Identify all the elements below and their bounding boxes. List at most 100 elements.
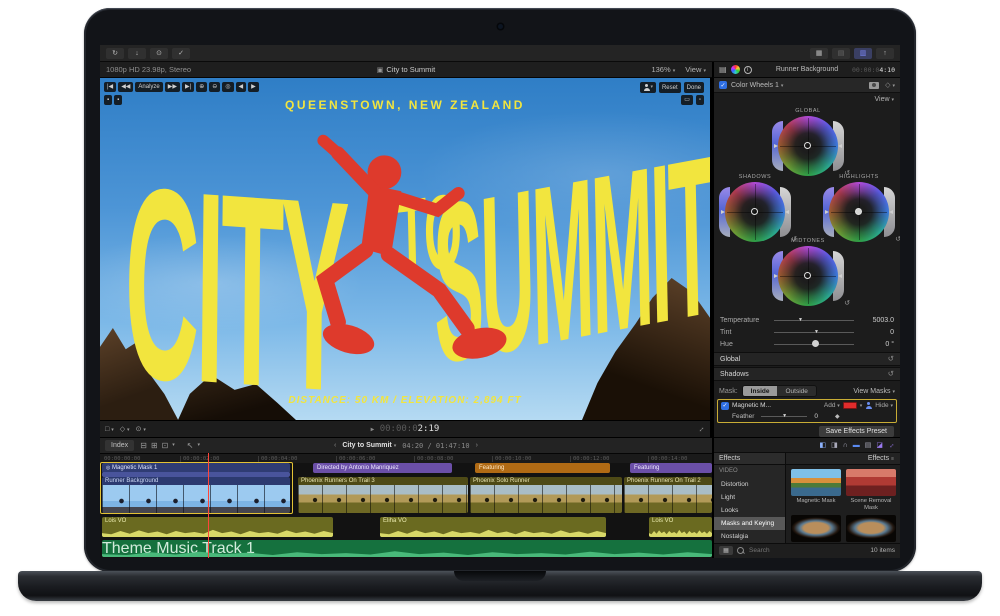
macbook-mockup: ↻ ↓ ⊙ ✓ ▦ ▤ ▥ ↑ 1080p HD 23.98p, Stereo … (0, 0, 1000, 616)
effects-browser-icon[interactable]: ◪ (876, 442, 883, 449)
timeline-duration: 04:20 / 01:47:10 (402, 442, 469, 450)
timeline-breadcrumb[interactable]: City to Summit ▾ (342, 442, 396, 449)
temperature-slider[interactable]: ▼ (774, 320, 854, 321)
media-import-icon[interactable]: ↻ (106, 48, 124, 59)
mask-inside-button[interactable]: Inside (743, 386, 778, 396)
share-icon[interactable]: ↑ (876, 48, 894, 59)
mask-add-stepper[interactable]: Add ▾ (824, 402, 840, 409)
mask-outside-button[interactable]: Outside (777, 386, 815, 396)
subject-picker-button[interactable]: ▾ (640, 82, 656, 93)
section-shadows[interactable]: Shadows ↺ (714, 367, 900, 381)
audio-monitor-icon[interactable]: ∩ (843, 442, 848, 449)
view-masks-menu[interactable]: View Masks ▾ (853, 388, 895, 395)
keyword-icon[interactable]: ⊙ (150, 48, 168, 59)
mask-color-swatch[interactable] (843, 402, 857, 409)
category-light[interactable]: Light (714, 491, 785, 504)
viewer-transport-bar: □ ▾ ◇ ▾ ⊙ ▾ ▶ 00:00:02:19 ↔ (100, 420, 710, 437)
trim-tool-icon[interactable]: ◧ (819, 442, 826, 449)
category-nostalgia[interactable]: Nostalgia (714, 530, 785, 543)
reset-icon[interactable]: ↺ (888, 355, 894, 363)
category-masks-and-keying[interactable]: Masks and Keying (714, 517, 785, 530)
color-wheel[interactable] (778, 246, 838, 306)
skip-end-icon[interactable]: ▶| (182, 82, 194, 92)
compare-icon[interactable] (869, 82, 879, 89)
analyze-button[interactable]: Analyze (135, 82, 162, 92)
download-icon[interactable]: ↓ (128, 48, 146, 59)
color-wheel[interactable] (829, 182, 889, 242)
hue-dial[interactable] (774, 344, 854, 345)
video-clip[interactable]: Phoenix Solo Runner (470, 477, 622, 513)
category-video[interactable]: VIDEO (714, 465, 785, 478)
timeline-ruler[interactable]: 00:00:00:00 00:00:02:00 00:00:04:00 00:0… (100, 453, 712, 463)
marquee-icon[interactable]: ▭ (681, 95, 693, 105)
mask-enable-checkbox[interactable]: ✓ (721, 402, 729, 410)
fast-forward-icon[interactable]: ▶▶ (165, 82, 180, 92)
keyframe-icon[interactable]: ◆ (835, 414, 840, 420)
wheels-view-menu[interactable]: View ▾ (874, 96, 894, 103)
reset-icon[interactable]: ↺ (888, 370, 894, 378)
subject-icon[interactable] (865, 402, 872, 409)
browser-layout-toggle[interactable]: ▦ (810, 48, 828, 59)
audio-clip[interactable]: Lois VO (649, 517, 712, 537)
blade-tool-icon[interactable]: ◨ (831, 442, 838, 449)
play-icon[interactable]: ▶ (371, 426, 375, 433)
rewind-icon[interactable]: ◀◀ (118, 82, 133, 92)
tint-slider[interactable]: ▼ (774, 332, 854, 333)
viewer-view-menu[interactable]: View ▾ (685, 65, 706, 74)
chevron-down-icon: ▾ (892, 83, 895, 89)
title-clip[interactable]: Featuring (475, 463, 610, 473)
inspector-toggle[interactable]: ▥ (854, 48, 872, 59)
mask-hide-menu[interactable]: Hide ▾ (875, 402, 893, 409)
prev-project-icon[interactable]: ‹ (334, 442, 336, 449)
transitions-browser-icon[interactable]: ↔ (887, 440, 897, 450)
color-wheel[interactable] (725, 182, 785, 242)
zoom-out-icon[interactable]: ⊖ (209, 82, 220, 92)
zoom-in-icon[interactable]: ⊕ (196, 82, 207, 92)
grid-view-icon[interactable]: ▦ (719, 546, 733, 555)
effect-thumbnail-magnetic-mask[interactable] (791, 469, 841, 496)
effects-search-input[interactable] (749, 547, 819, 554)
skimming-icon[interactable]: ▬ (853, 442, 860, 449)
prev-icon[interactable]: ◀ (236, 82, 247, 92)
video-clip[interactable]: Runner Background (102, 477, 290, 513)
music-clip[interactable]: Theme Music Track 1 (102, 540, 712, 557)
title-clip[interactable]: Directed by Antonio Manriquez (313, 463, 452, 473)
effect-name-menu[interactable]: Color Wheels 1 ▾ (731, 82, 783, 89)
category-distortion[interactable]: Distortion (714, 478, 785, 491)
mask-badge-icon: ◎ (106, 465, 110, 471)
category-looks[interactable]: Looks (714, 504, 785, 517)
effect-thumbnail-scene-removal[interactable] (846, 469, 896, 496)
toolbar-right-group: ▦ ▤ ▥ ↑ (810, 48, 894, 59)
next-icon[interactable]: ▶ (248, 82, 259, 92)
sort-icon[interactable]: ≡ (891, 456, 894, 462)
effect-thumbnail[interactable] (791, 515, 841, 542)
keyframe-menu[interactable]: ◇ ▾ (885, 81, 895, 89)
audio-clip[interactable]: Lois VO (102, 517, 333, 537)
title-clip[interactable]: Featuring (630, 463, 712, 473)
reset-button[interactable]: Reset (659, 82, 681, 93)
effects-footer: ▦ 10 items (714, 543, 900, 557)
video-clip[interactable]: Phoenix Runners On Trail 2 (624, 477, 712, 513)
timeline-layout-toggle[interactable]: ▤ (832, 48, 850, 59)
overlay-toggle-icon[interactable]: ▫ (696, 95, 704, 105)
effect-thumbnail[interactable] (846, 515, 896, 542)
effect-enable-checkbox[interactable]: ✓ (719, 81, 727, 89)
section-global[interactable]: Global ↺ (714, 352, 900, 366)
reset-icon[interactable]: ↺ (844, 300, 850, 307)
target-icon[interactable]: ◎ (222, 82, 233, 92)
color-wheel[interactable] (778, 116, 838, 176)
clip-appearance-icon[interactable]: ▤ (865, 442, 872, 449)
audio-clip[interactable]: Eliha VO (380, 517, 606, 537)
playhead[interactable] (208, 453, 209, 558)
video-clip[interactable]: Phoenix Runners On Trail 3 (298, 477, 468, 513)
done-button[interactable]: Done (684, 82, 704, 93)
background-tasks-icon[interactable]: ✓ (172, 48, 190, 59)
reset-icon[interactable]: ↺ (895, 236, 900, 243)
viewer-zoom-menu[interactable]: 136% ▾ (651, 65, 675, 74)
person-icon (643, 84, 650, 91)
feather-slider[interactable]: ▼ (761, 416, 807, 417)
next-project-icon[interactable]: › (476, 442, 478, 449)
add-brush-icon[interactable]: ▪ (104, 95, 112, 105)
skip-start-icon[interactable]: |◀ (104, 82, 116, 92)
subtract-brush-icon[interactable]: ▪ (114, 95, 122, 105)
